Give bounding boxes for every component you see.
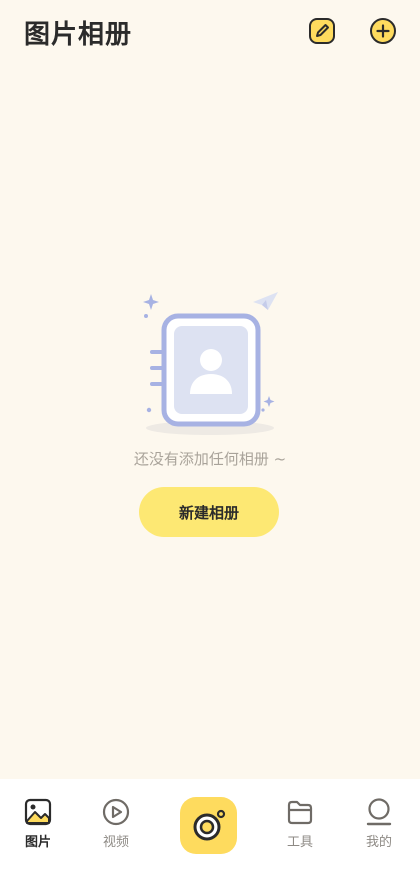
camera-icon <box>193 809 225 840</box>
new-album-button[interactable]: 新建相册 <box>139 487 279 537</box>
bottom-nav: 图片 视频 工具 我的 <box>0 779 420 881</box>
image-icon <box>24 798 52 826</box>
header: 图片相册 <box>0 0 420 70</box>
edit-icon <box>309 18 335 44</box>
nav-label-tools: 工具 <box>286 835 313 850</box>
album-screen: 图片相册 还没有添加任何相册 ~ 新建相册 图片 视频 工具 我的 <box>0 0 420 881</box>
nav-item-tools[interactable]: 工具 <box>270 797 330 853</box>
edit-button[interactable] <box>308 17 336 45</box>
add-circle-icon <box>370 18 396 44</box>
folder-icon <box>287 800 313 825</box>
nav-label-mine: 我的 <box>365 835 392 850</box>
camera-button[interactable] <box>180 797 237 854</box>
nav-item-mine[interactable]: 我的 <box>349 797 409 853</box>
nav-label-videos: 视频 <box>102 835 129 850</box>
add-album-button[interactable] <box>369 17 397 45</box>
nav-label-pictures: 图片 <box>24 835 51 850</box>
nav-item-pictures[interactable]: 图片 <box>8 797 68 853</box>
empty-message: 还没有添加任何相册 ~ <box>133 450 287 468</box>
play-icon <box>102 798 130 826</box>
photo-album-illustration <box>143 292 278 435</box>
profile-icon <box>366 798 392 826</box>
page-title: 图片相册 <box>24 20 133 50</box>
nav-item-videos[interactable]: 视频 <box>86 797 146 853</box>
